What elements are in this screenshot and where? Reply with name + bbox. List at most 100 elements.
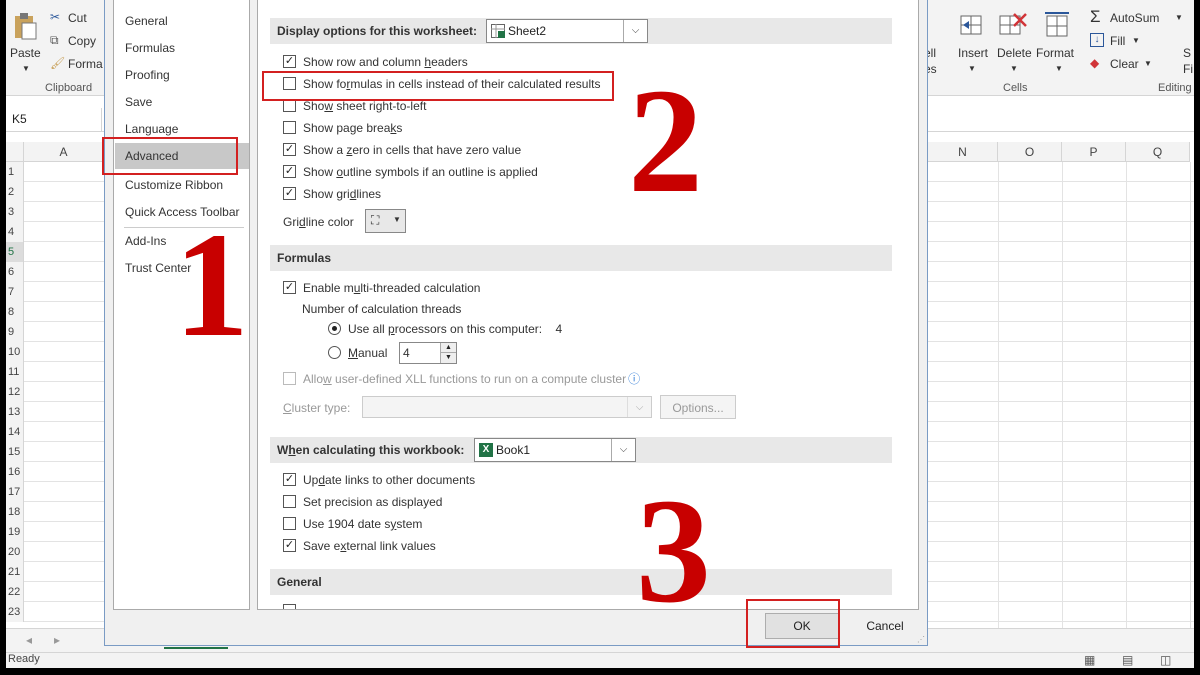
page-break-view-icon[interactable]: ◫ xyxy=(1160,653,1171,667)
checkbox-option[interactable]: Use 1904 date system xyxy=(283,516,422,534)
row-header[interactable]: 23 xyxy=(6,602,24,622)
gridline xyxy=(1126,162,1127,628)
select-all-corner[interactable] xyxy=(6,142,24,162)
nav-general[interactable]: General xyxy=(115,8,249,34)
checkbox[interactable]: ✓ xyxy=(283,539,296,553)
cluster-options-button[interactable]: Options... xyxy=(660,395,736,419)
checkbox[interactable] xyxy=(283,495,296,509)
fill-down-icon: ↓ xyxy=(1090,33,1104,47)
checkbox[interactable] xyxy=(283,99,296,113)
row-header[interactable]: 22 xyxy=(6,582,24,602)
resize-grip-icon[interactable]: ⋰ xyxy=(917,635,925,644)
workbook-select[interactable]: X Book1 ⌵ xyxy=(474,438,636,462)
checkbox-option[interactable]: Set precision as displayed xyxy=(283,494,442,512)
fill-button[interactable]: ↓ Fill ▼ xyxy=(1090,33,1150,51)
active-sheet-tab[interactable] xyxy=(164,647,228,649)
radio-button[interactable] xyxy=(328,322,341,336)
nav-customize-ribbon[interactable]: Customize Ribbon xyxy=(115,172,249,198)
checkbox[interactable] xyxy=(283,372,296,386)
cluster-type-select[interactable]: ⌵ xyxy=(362,396,652,418)
nav-save[interactable]: Save xyxy=(115,89,249,115)
page-layout-view-icon[interactable]: ▤ xyxy=(1122,653,1133,667)
row-header[interactable]: 5 xyxy=(6,242,24,262)
row-header[interactable]: 17 xyxy=(6,482,24,502)
radio-button[interactable] xyxy=(328,346,341,360)
column-header[interactable]: O xyxy=(998,142,1062,162)
multithreaded-calc-option[interactable]: ✓ Enable multi-threaded calculation xyxy=(283,280,480,298)
row-header[interactable]: 7 xyxy=(6,282,24,302)
checkbox-option[interactable]: ✓ Show gridlines xyxy=(283,186,381,204)
checkbox[interactable] xyxy=(283,121,296,135)
checkbox-option[interactable]: ✓ Show outline symbols if an outline is a… xyxy=(283,164,538,182)
paste-button[interactable]: Paste ▼ xyxy=(10,10,41,78)
cancel-button[interactable]: Cancel xyxy=(848,613,922,639)
checkbox[interactable]: ✓ xyxy=(283,473,296,487)
checkbox[interactable] xyxy=(283,604,296,609)
checkbox-option[interactable]: ✓ Update links to other documents xyxy=(283,472,475,490)
row-header[interactable]: 14 xyxy=(6,422,24,442)
chevron-down-icon[interactable]: ⌵ xyxy=(623,20,647,42)
formulas-section-header: Formulas xyxy=(270,245,892,271)
checkbox[interactable]: ✓ xyxy=(283,143,296,157)
general-section-header: General xyxy=(270,569,892,595)
row-header[interactable]: 9 xyxy=(6,322,24,342)
sort-filter-cut-label[interactable]: S xyxy=(1183,46,1191,60)
gridline-color-label: Gridline color xyxy=(283,215,354,229)
checkbox-option[interactable]: ✓ Show a zero in cells that have zero val… xyxy=(283,142,521,160)
column-header[interactable]: A xyxy=(24,142,104,162)
delete-button[interactable]: Delete ▼ xyxy=(994,10,1032,76)
chevron-down-icon: ▼ xyxy=(393,215,401,224)
row-header[interactable]: 6 xyxy=(6,262,24,282)
row-header[interactable]: 18 xyxy=(6,502,24,522)
checkbox[interactable]: ✓ xyxy=(283,187,296,201)
find-select-cut-label[interactable]: Fi xyxy=(1183,62,1193,76)
feedback-option-partial[interactable] xyxy=(283,603,303,609)
chevron-down-icon: ▼ xyxy=(22,64,30,73)
name-box[interactable]: K5 xyxy=(6,108,102,132)
row-header[interactable]: 10 xyxy=(6,342,24,362)
row-header[interactable]: 4 xyxy=(6,222,24,242)
manual-threads-option[interactable]: Manual xyxy=(328,345,387,363)
row-header[interactable]: 20 xyxy=(6,542,24,562)
row-header[interactable]: 2 xyxy=(6,182,24,202)
clipboard-group-label: Clipboard xyxy=(45,82,93,94)
info-icon: ⓘ xyxy=(628,372,641,386)
checkbox-option[interactable]: ✓ Save external link values xyxy=(283,538,436,556)
row-header[interactable]: 12 xyxy=(6,382,24,402)
row-header[interactable]: 21 xyxy=(6,562,24,582)
insert-button[interactable]: Insert ▼ xyxy=(954,10,990,76)
use-all-processors-option[interactable]: Use all processors on this computer: 4 xyxy=(328,321,562,339)
xll-cluster-option[interactable]: Allow user-defined XLL functions to run … xyxy=(283,371,640,389)
row-header[interactable]: 11 xyxy=(6,362,24,382)
checkbox-option[interactable]: Show page breaks xyxy=(283,120,402,138)
format-button[interactable]: Format ▼ xyxy=(1035,10,1079,76)
scroll-right-icon[interactable]: ▸ xyxy=(54,633,60,647)
nav-proofing[interactable]: Proofing xyxy=(115,62,249,88)
column-header[interactable]: P xyxy=(1062,142,1126,162)
checkbox[interactable] xyxy=(283,517,296,531)
row-header[interactable]: 8 xyxy=(6,302,24,322)
nav-formulas[interactable]: Formulas xyxy=(115,35,249,61)
row-header[interactable]: 13 xyxy=(6,402,24,422)
checkbox[interactable]: ✓ xyxy=(283,281,296,295)
spinner-up-icon[interactable]: ▲ xyxy=(440,343,456,353)
normal-view-icon[interactable]: ▦ xyxy=(1084,653,1095,667)
manual-threads-spinner[interactable]: 4 ▲ ▼ xyxy=(399,342,457,364)
row-header[interactable]: 19 xyxy=(6,522,24,542)
row-header[interactable]: 16 xyxy=(6,462,24,482)
chevron-down-icon[interactable]: ⌵ xyxy=(611,439,635,461)
checkbox[interactable]: ✓ xyxy=(283,55,296,69)
scroll-left-icon[interactable]: ◂ xyxy=(26,633,32,647)
worksheet-select[interactable]: Sheet2 ⌵ xyxy=(486,19,648,43)
column-header[interactable]: N xyxy=(928,142,998,162)
checkbox[interactable]: ✓ xyxy=(283,165,296,179)
row-header[interactable]: 1 xyxy=(6,162,24,182)
autosum-button[interactable]: Σ AutoSum ▼ xyxy=(1090,7,1186,28)
row-header[interactable]: 15 xyxy=(6,442,24,462)
spinner-down-icon[interactable]: ▼ xyxy=(440,353,456,363)
row-header[interactable]: 3 xyxy=(6,202,24,222)
gridline-color-picker[interactable]: ⛶ ▼ xyxy=(365,209,406,233)
column-header[interactable]: Q xyxy=(1126,142,1190,162)
checkbox-option[interactable]: ✓ Show row and column headers xyxy=(283,54,468,72)
clear-button[interactable]: ◆ Clear ▼ xyxy=(1090,56,1160,74)
